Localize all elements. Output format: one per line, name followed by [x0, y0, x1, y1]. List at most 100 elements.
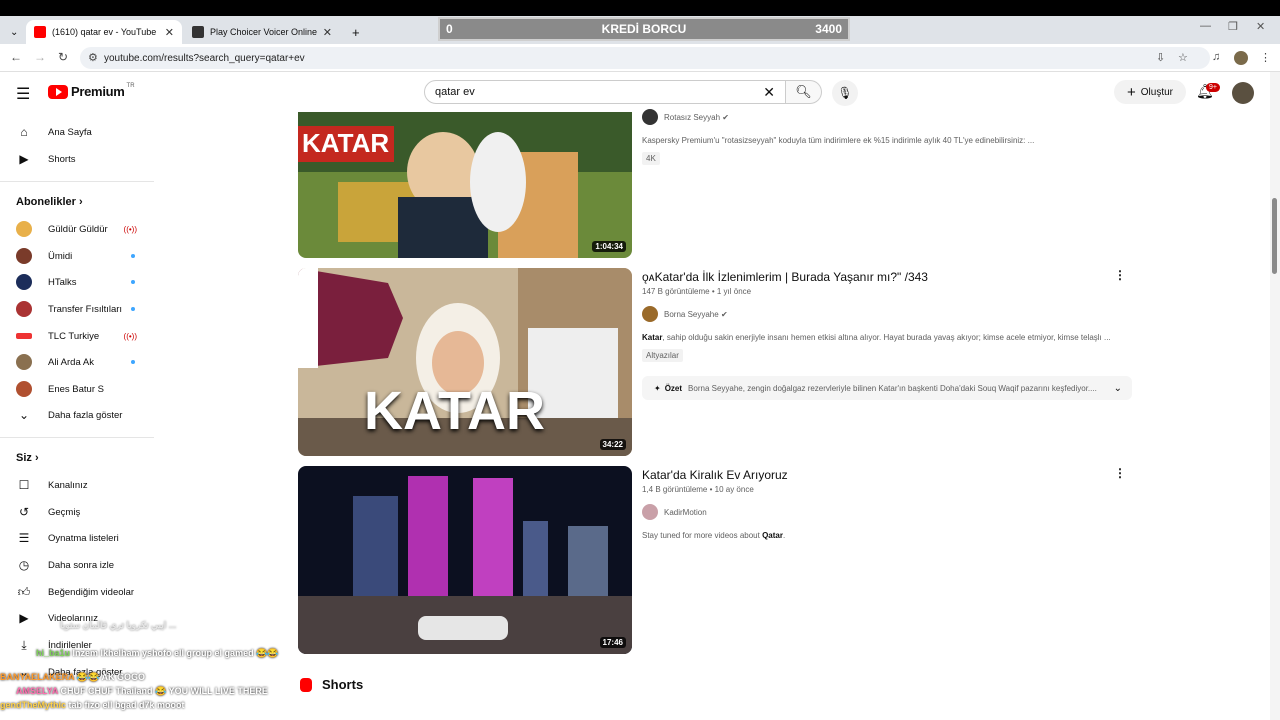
search-button[interactable]: 🔍︎	[786, 80, 822, 104]
youtube-favicon-icon	[34, 26, 46, 38]
show-more-button[interactable]: ⌄ Daha fazla göster	[16, 405, 141, 425]
ai-summary[interactable]: ✦ Özet Borna Seyyahe, zengin doğalgaz re…	[642, 376, 1132, 400]
tab-title: (1610) qatar ev - YouTube	[52, 27, 157, 37]
thumbnail-text: KATAR	[302, 128, 390, 158]
sidebar-item-channel[interactable]: TLC Turkiye ((•))	[16, 326, 141, 346]
new-content-dot	[131, 360, 135, 364]
youtube-header: ☰ Premium TR qatar ev ✕ 🔍︎ 🎙︎ + Oluştur 🔔…	[0, 72, 1270, 112]
create-label: Oluştur	[1140, 86, 1173, 98]
chevron-down-icon[interactable]: ⌄	[1114, 383, 1122, 394]
url-field[interactable]: youtube.com/results?search_query=qatar+e…	[80, 47, 1210, 69]
video-thumbnail[interactable]: 17:46	[298, 466, 632, 654]
sidebar-item-label: Shorts	[48, 153, 76, 165]
scrollbar-thumb[interactable]	[1272, 198, 1277, 274]
sidebar-item-channel[interactable]: Güldür Güldür ((•))	[16, 219, 141, 239]
sidebar-item-shorts[interactable]: ▶ Shorts	[16, 149, 141, 169]
history-icon: ↺	[18, 505, 30, 519]
channel-avatar	[642, 109, 658, 125]
channel-link[interactable]: KadirMotion	[642, 504, 707, 520]
search-icon: 🔍︎	[795, 84, 812, 99]
notifications-badge: 9+	[1206, 83, 1220, 92]
minimize-icon[interactable]: —	[1200, 20, 1211, 32]
sidebar-item-channel[interactable]: Transfer Fısıltıları	[16, 299, 141, 319]
browser-profile-avatar[interactable]	[1234, 51, 1248, 65]
video-thumbnail[interactable]: KATAR 1:04:34	[298, 112, 632, 258]
home-icon: ⌂	[20, 125, 28, 139]
channel-link[interactable]: Borna Seyyahe ✔	[642, 306, 728, 322]
browser-tab-choicer[interactable]: Play Choicer Voicer Online Free ✕	[184, 20, 340, 44]
verified-icon: ✔	[720, 309, 728, 319]
reload-icon[interactable]: ↻	[58, 50, 68, 64]
plus-icon: +	[1127, 83, 1136, 101]
divider	[0, 181, 154, 182]
video-description: Katar, sahip olduğu sakin enerjiyle insa…	[642, 333, 1111, 342]
chat-line: hi_ba1u Inzem Ikhelham yshofo ell group …	[36, 648, 279, 658]
chat-line: gendTheMythic tab fizo ell bgad d7k mooo…	[0, 700, 185, 710]
sidebar-item-history[interactable]: ↺ Geçmiş	[16, 502, 141, 522]
create-button[interactable]: + Oluştur	[1114, 80, 1186, 104]
more-actions-icon[interactable]: ⋮	[1114, 268, 1126, 282]
media-icon[interactable]: ♫	[1212, 51, 1220, 63]
live-icon: ((•))	[123, 331, 137, 341]
site-info-icon[interactable]: ⚙	[88, 51, 98, 64]
forward-icon[interactable]: →	[34, 50, 46, 64]
bookmark-star-icon[interactable]: ☆	[1178, 51, 1188, 64]
scrollbar[interactable]	[1270, 72, 1280, 720]
channel-avatar	[16, 248, 32, 264]
more-actions-icon[interactable]: ⋮	[1114, 466, 1126, 480]
video-thumbnail[interactable]: KATAR 34:22	[298, 268, 632, 456]
sidebar-item-channel[interactable]: Ümidi	[16, 246, 141, 266]
close-tab-icon[interactable]: ✕	[165, 26, 174, 39]
sidebar-item-home[interactable]: ⌂ Ana Sayfa	[16, 122, 141, 142]
sidebar-item-channel[interactable]: HTalks	[16, 272, 141, 292]
divider	[0, 437, 154, 438]
video-meta: 1,4 B görüntüleme • 10 ay önce	[642, 485, 754, 494]
youtube-logo[interactable]: Premium TR	[48, 82, 135, 99]
hamburger-menu-icon[interactable]: ☰	[16, 84, 30, 104]
channel-avatar	[642, 306, 658, 322]
maximize-icon[interactable]: ❐	[1228, 20, 1238, 33]
new-content-dot	[131, 280, 135, 284]
choicer-favicon-icon	[192, 26, 204, 38]
browser-tab-youtube[interactable]: (1610) qatar ev - YouTube ✕	[26, 20, 182, 44]
tab-search-icon[interactable]: ⌄	[2, 20, 26, 44]
thumbnail-text: KATAR	[364, 381, 545, 441]
install-icon[interactable]: ⇩	[1156, 51, 1165, 64]
credit-title: KREDİ BORCU	[601, 22, 687, 36]
new-tab-button[interactable]: +	[344, 20, 368, 44]
new-content-dot	[131, 307, 135, 311]
sidebar-item-channel[interactable]: Enes Batur S	[16, 379, 141, 399]
you-heading[interactable]: Siz ›	[16, 452, 39, 464]
chat-line: ايبي تكرويا تري قالمان ستوبا ...	[60, 620, 177, 630]
window-close-icon[interactable]: ✕	[1256, 20, 1265, 33]
close-tab-icon[interactable]: ✕	[323, 26, 332, 39]
logo-region: TR	[126, 82, 135, 89]
sidebar-item-watch-later[interactable]: ◷ Daha sonra izle	[16, 555, 141, 575]
back-icon[interactable]: ←	[10, 50, 22, 64]
browser-menu-icon[interactable]: ⋮	[1260, 51, 1271, 64]
channel-avatar	[642, 504, 658, 520]
youtube-play-icon	[48, 84, 68, 99]
voice-search-button[interactable]: 🎙︎	[832, 80, 858, 106]
channel-icon: ☐	[18, 478, 30, 492]
quality-chip: 4K	[642, 152, 660, 165]
credit-right-value: 3400	[815, 22, 842, 36]
tab-title: Play Choicer Voicer Online Free	[210, 27, 320, 37]
sidebar-item-channel[interactable]: Ali Arda Ak	[16, 352, 141, 372]
search-input[interactable]: qatar ev ✕	[424, 80, 786, 104]
sidebar-item-playlists[interactable]: ☰ Oynatma listeleri	[16, 528, 141, 548]
playlist-icon: ☰	[18, 531, 30, 545]
video-title[interactable]: Katar'da Kiralık Ev Arıyoruz	[642, 468, 788, 482]
channel-avatar	[16, 354, 32, 370]
channel-link[interactable]: Rotasız Seyyah ✔	[642, 109, 729, 125]
channel-avatar	[16, 301, 32, 317]
subscriptions-heading[interactable]: Abonelikler ›	[16, 196, 83, 208]
video-title[interactable]: ǫᴀKatar'da İlk İzlenimlerim | Burada Yaş…	[642, 270, 928, 284]
video-duration: 34:22	[599, 439, 626, 450]
clear-search-icon[interactable]: ✕	[763, 84, 775, 101]
sidebar-item-your-channel[interactable]: ☐ Kanalınız	[16, 475, 141, 495]
address-bar-row: ← → ↻ youtube.com/results?search_query=q…	[0, 44, 1280, 72]
account-avatar[interactable]	[1232, 82, 1254, 104]
chat-line: BANYAELAKERA 😂😂 AK GOGO	[0, 672, 145, 682]
sidebar-item-liked[interactable]: 👍︎ Beğendiğim videolar	[16, 582, 141, 602]
